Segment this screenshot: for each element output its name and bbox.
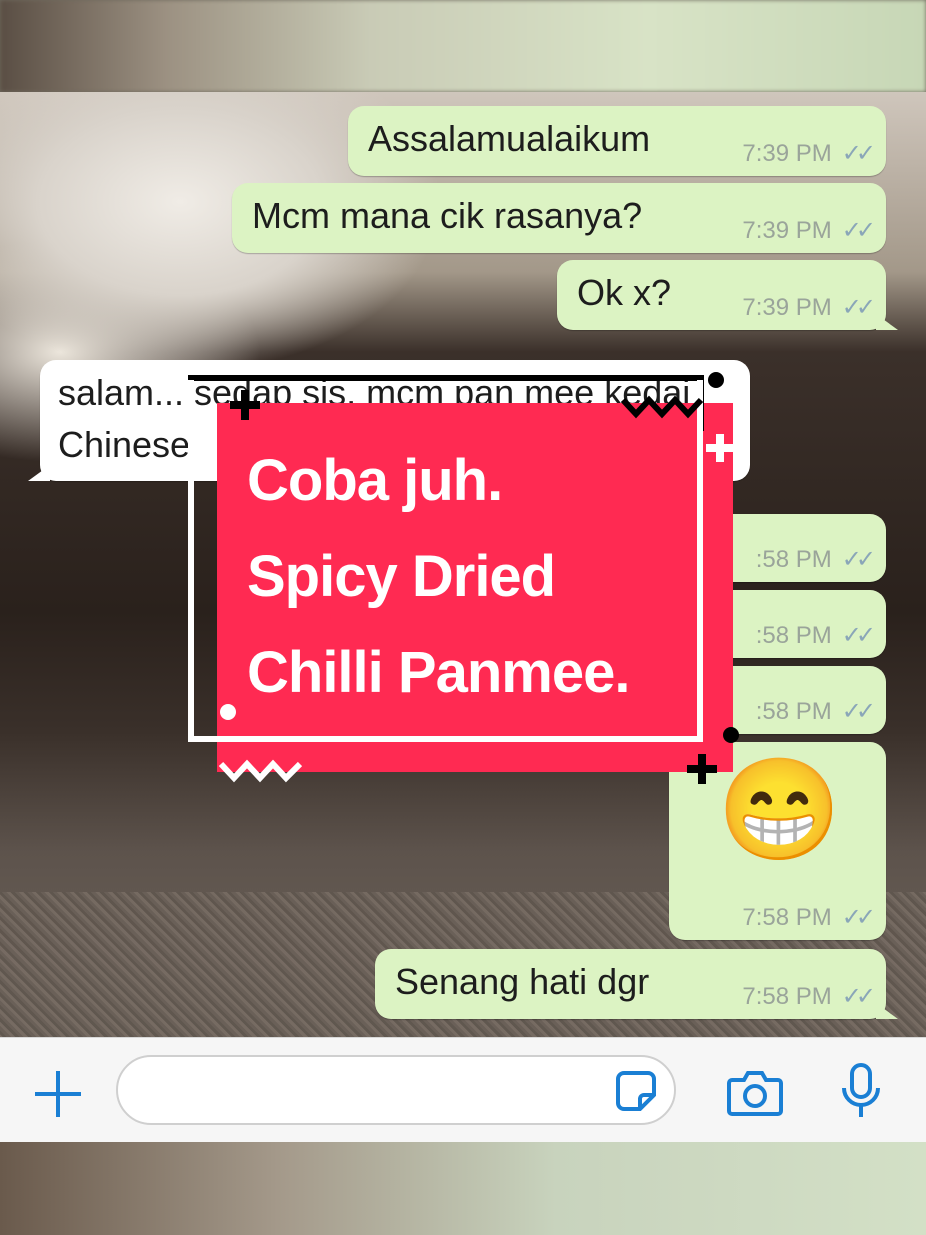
message-text: Ok x? [577, 272, 672, 313]
decoration-plus-icon [706, 434, 734, 462]
message-time: 7:58 PM [742, 983, 832, 1010]
decoration-plus-icon [687, 754, 717, 784]
message-outgoing[interactable]: Senang hati dgr 7:58 PM ✓✓ [375, 949, 898, 1019]
read-ticks-icon: ✓✓ [841, 217, 876, 244]
grinning-emoji: 😁 [717, 754, 842, 866]
message-text: Mcm mana cik rasanya? [252, 195, 643, 236]
message-meta: 7:39 PM ✓✓ [742, 139, 876, 168]
message-meta: :58 PM ✓✓ [755, 697, 876, 726]
read-ticks-icon: ✓✓ [841, 140, 876, 167]
decoration-dot-icon [708, 372, 724, 388]
message-time: 7:39 PM [742, 294, 832, 321]
read-ticks-icon: ✓✓ [841, 294, 876, 321]
message-outgoing[interactable]: Ok x? 7:39 PM ✓✓ [557, 260, 898, 330]
bubble-tail [876, 1003, 898, 1019]
decoration-dot-icon [220, 704, 236, 720]
decoration-zigzag-icon [620, 395, 704, 419]
read-ticks-icon: ✓✓ [841, 546, 876, 573]
message-time: :58 PM [755, 546, 832, 573]
message-time: :58 PM [755, 698, 832, 725]
message-meta: :58 PM ✓✓ [755, 545, 876, 574]
message-input-bar [0, 1037, 926, 1143]
blurred-top-frame [0, 0, 926, 92]
decoration-plus-icon [230, 390, 260, 420]
message-meta: 7:39 PM ✓✓ [742, 293, 876, 322]
microphone-icon[interactable] [838, 1062, 884, 1122]
message-text: Senang hati dgr [395, 961, 650, 1002]
plus-icon[interactable] [32, 1068, 84, 1120]
sticker-icon[interactable] [614, 1069, 658, 1113]
message-meta: :58 PM ✓✓ [755, 621, 876, 650]
message-text-line: Chinese [58, 424, 191, 465]
message-time: 7:39 PM [742, 217, 832, 244]
message-outgoing[interactable]: Mcm mana cik rasanya? 7:39 PM ✓✓ [232, 183, 886, 253]
blurred-bottom-frame [0, 1142, 926, 1235]
message-meta: 7:58 PM ✓✓ [742, 982, 876, 1011]
read-ticks-icon: ✓✓ [841, 698, 876, 725]
bubble-tail [28, 465, 50, 481]
decoration-zigzag-icon [218, 759, 303, 783]
message-input[interactable] [116, 1055, 676, 1125]
message-time: :58 PM [755, 622, 832, 649]
read-ticks-icon: ✓✓ [841, 983, 876, 1010]
camera-icon[interactable] [726, 1066, 784, 1118]
read-ticks-icon: ✓✓ [841, 904, 876, 931]
read-ticks-icon: ✓✓ [841, 622, 876, 649]
message-meta: 7:58 PM ✓✓ [742, 903, 876, 932]
card-outline-white [188, 380, 703, 742]
decoration-dot-icon [723, 727, 739, 743]
message-text: Assalamualaikum [368, 118, 651, 159]
bubble-tail [876, 314, 898, 330]
message-time: 7:39 PM [742, 140, 832, 167]
message-outgoing[interactable]: Assalamualaikum 7:39 PM ✓✓ [348, 106, 886, 176]
message-time: 7:58 PM [742, 904, 832, 931]
message-meta: 7:39 PM ✓✓ [742, 216, 876, 245]
